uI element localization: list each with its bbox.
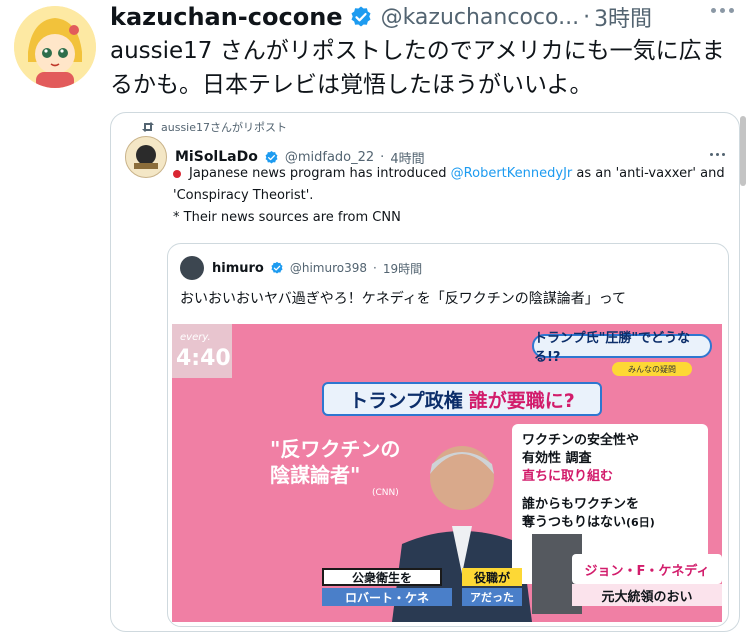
caption-left-2: ロバート・ケネ <box>322 588 452 606</box>
pane-line-2: 有効性 調査 <box>522 451 592 466</box>
pane-line-4: 誰からもワクチンを <box>522 497 640 512</box>
inner-quoted-card[interactable]: himuro @himuro398 · 19時間 おいおいおいヤバ過ぎやろ！ケネ… <box>167 243 729 627</box>
tv-screenshot-image[interactable]: every. 4:40 トランプ氏"圧勝"でどうなる!? みんなの疑問 トランプ… <box>172 324 722 622</box>
inner-avatar[interactable] <box>180 256 204 280</box>
clock-box: every. 4:40 <box>172 324 232 378</box>
more-options-icon[interactable] <box>710 153 725 156</box>
inner-timestamp[interactable]: 19時間 <box>383 260 422 277</box>
tweet-text: aussie17 さんがリポストしたのでアメリカにも一気に広まるかも。日本テレビ… <box>110 38 725 98</box>
caption-middle: 役職が <box>462 568 522 586</box>
verified-badge-icon <box>349 5 373 29</box>
user-handle[interactable]: @kazuchancoco... <box>381 5 580 30</box>
repost-icon <box>142 122 154 132</box>
scrollbar[interactable] <box>740 116 746 186</box>
inner-handle[interactable]: @himuro398 <box>290 261 367 275</box>
quote-line-2: 陰謀論者" <box>270 463 361 487</box>
display-name[interactable]: kazuchan-cocone <box>110 3 343 31</box>
inner-text: おいおいおいヤバ過ぎやろ！ケネディを「反ワクチンの陰謀論者」って <box>180 291 627 307</box>
sub-tag: みんなの疑問 <box>612 362 692 376</box>
pane-line-5: 奪うつもりはない <box>522 515 627 530</box>
avatar-illustration <box>14 6 96 88</box>
pane-line-3: 直ちに取り組む <box>522 469 614 484</box>
quoted-text-1: Japanese news program has introduced <box>189 166 447 181</box>
quoted-text: Japanese news program has introduced @Ro… <box>173 163 733 229</box>
avatar[interactable] <box>14 6 96 88</box>
repost-indicator: aussie17さんがリポスト <box>141 119 287 135</box>
tv-clock: 4:40 <box>176 346 231 371</box>
quoted-avatar[interactable] <box>125 136 167 178</box>
mention-link[interactable]: @RobertKennedyJr <box>451 166 573 181</box>
top-tag: トランプ氏"圧勝"でどうなる!? <box>532 331 712 365</box>
banner-text-2: 誰が要職に? <box>468 389 575 412</box>
tv-banner: トランプ政権 誰が要職に? <box>322 382 602 416</box>
quoted-avatar-logo <box>127 138 165 176</box>
inner-display-name[interactable]: himuro <box>212 261 264 276</box>
quoted-text-3: * Their news sources are from CNN <box>173 210 401 225</box>
caption-right: ジョン・F・ケネディ <box>572 554 722 584</box>
caption-right-2: 元大統領のおい <box>572 584 722 606</box>
repost-label[interactable]: aussie17さんがリポスト <box>161 119 287 135</box>
program-logo: every. <box>180 332 211 343</box>
separator-dot: · <box>583 4 591 30</box>
quote-line-1: "反ワクチンの <box>270 437 401 461</box>
more-options-icon[interactable] <box>711 8 734 13</box>
pane-line-1: ワクチンの安全性や <box>522 433 640 448</box>
timestamp[interactable]: 3時間 <box>594 1 652 33</box>
caption-middle-2: アだった <box>462 588 522 606</box>
caption-left: 公衆衛生を <box>322 568 442 586</box>
inner-header: himuro @himuro398 · 19時間 <box>180 254 422 282</box>
verified-badge-icon <box>270 261 284 275</box>
separator-dot: · <box>373 261 377 275</box>
pane-line-6: (6日) <box>626 516 655 529</box>
tweet-header: kazuchan-cocone @kazuchancoco... · 3時間 <box>110 2 736 32</box>
banner-text-1: トランプ政権 <box>349 389 463 412</box>
quote-caption: "反ワクチンの 陰謀論者" <box>270 436 400 488</box>
japan-flag-icon <box>173 169 181 178</box>
quoted-tweet-card[interactable]: aussie17さんがリポスト MiSolLaDo @midfado_22 · … <box>110 112 740 632</box>
